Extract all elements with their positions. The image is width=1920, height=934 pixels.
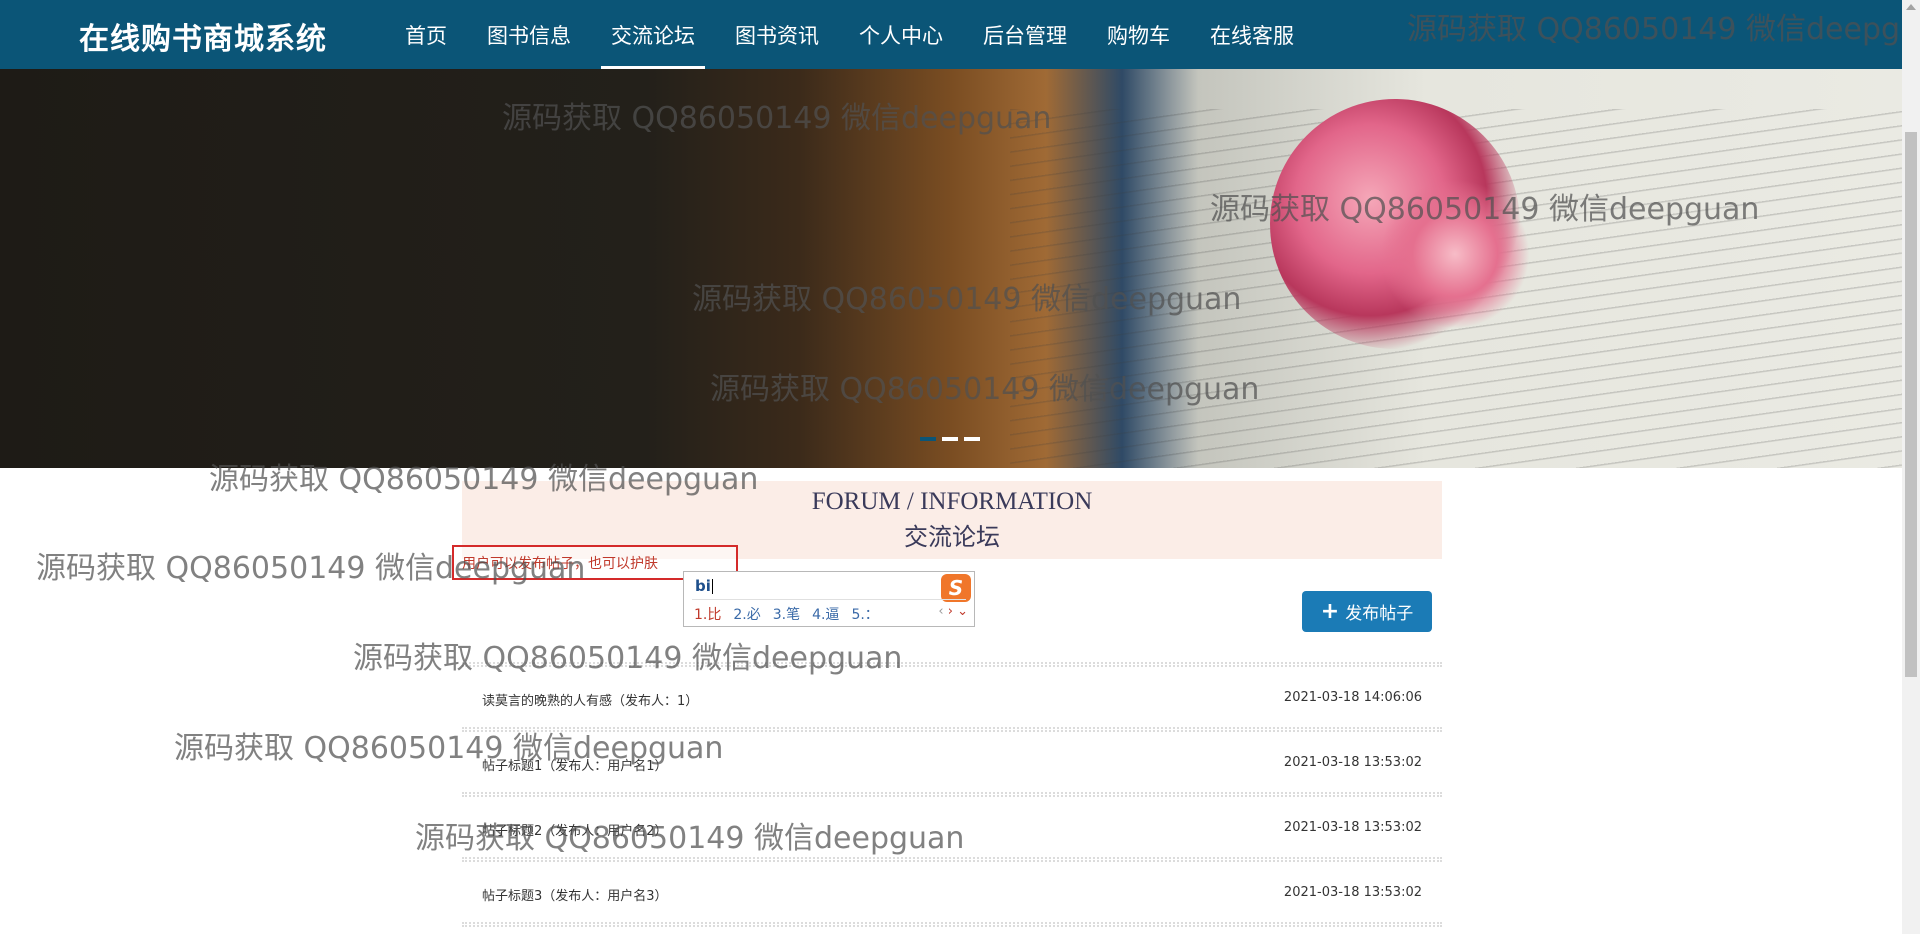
text-cursor	[711, 579, 713, 594]
ime-candidate-4[interactable]: 4.逼	[812, 604, 839, 624]
scroll-up-arrow-icon[interactable]	[1906, 4, 1916, 10]
ime-composition-text: bi	[695, 577, 713, 595]
post-title[interactable]: 帖子标题2（发布人：用户名2）	[482, 820, 668, 839]
carousel-dot-1[interactable]	[920, 437, 936, 441]
nav-item-personal-center[interactable]: 个人中心	[839, 0, 963, 69]
list-divider	[462, 922, 1442, 927]
chevron-left-icon[interactable]: ‹	[938, 604, 943, 619]
post-title[interactable]: 帖子标题1（发布人：用户名1）	[482, 755, 668, 774]
nav-item-admin[interactable]: 后台管理	[963, 0, 1087, 69]
publish-post-button[interactable]: + 发布帖子	[1302, 591, 1432, 632]
top-navbar: 在线购书商城系统 首页 图书信息 交流论坛 图书资讯 个人中心 后台管理 购物车…	[0, 0, 1902, 69]
nav-item-cart[interactable]: 购物车	[1087, 0, 1190, 69]
section-title-en: FORUM / INFORMATION	[811, 488, 1093, 515]
sogou-ime-logo-icon[interactable]: S	[941, 574, 971, 602]
list-item[interactable]: 读莫言的晚熟的人有感（发布人：1） 2021-03-18 14:06:06	[462, 667, 1442, 727]
main-nav: 首页 图书信息 交流论坛 图书资讯 个人中心 后台管理 购物车 在线客服	[385, 0, 1314, 69]
scroll-thumb[interactable]	[1905, 132, 1917, 677]
forum-post-list: 读莫言的晚熟的人有感（发布人：1） 2021-03-18 14:06:06 帖子…	[462, 662, 1442, 927]
ime-divider	[692, 599, 966, 600]
ime-candidate-2[interactable]: 2.必	[733, 604, 760, 624]
carousel-dot-3[interactable]	[964, 437, 980, 441]
nav-item-home[interactable]: 首页	[385, 0, 467, 69]
ime-page-controls: ‹ › ⌄	[938, 604, 968, 619]
list-item[interactable]: 帖子标题2（发布人：用户名2） 2021-03-18 13:53:02	[462, 797, 1442, 857]
chevron-right-icon[interactable]: ›	[948, 604, 953, 619]
post-date: 2021-03-18 13:53:02	[1283, 885, 1422, 900]
ime-candidate-window: bi S 1.比 2.必 3.笔 4.逼 5.： ‹ › ⌄	[683, 571, 975, 627]
plus-icon: +	[1320, 598, 1340, 624]
banner-carousel[interactable]	[0, 69, 1902, 468]
nav-item-book-info[interactable]: 图书信息	[467, 0, 591, 69]
post-date: 2021-03-18 14:06:06	[1283, 690, 1422, 705]
nav-item-forum[interactable]: 交流论坛	[591, 0, 715, 69]
page-scrollbar[interactable]	[1902, 0, 1920, 934]
chevron-down-icon[interactable]: ⌄	[957, 604, 968, 619]
banner-flowers-image-2	[1380, 179, 1530, 329]
publish-post-label: 发布帖子	[1345, 604, 1414, 624]
page: 在线购书商城系统 首页 图书信息 交流论坛 图书资讯 个人中心 后台管理 购物车…	[0, 0, 1920, 934]
post-date: 2021-03-18 13:53:02	[1283, 755, 1422, 770]
carousel-indicators	[920, 437, 980, 441]
annotation-note-text: 用户可以发布帖子，也可以护肤	[462, 556, 658, 572]
ime-candidate-list: 1.比 2.必 3.笔 4.逼 5.：	[694, 604, 879, 624]
site-brand[interactable]: 在线购书商城系统	[79, 14, 327, 58]
ime-candidate-3[interactable]: 3.笔	[773, 604, 800, 624]
post-title[interactable]: 帖子标题3（发布人：用户名3）	[482, 885, 668, 904]
post-title[interactable]: 读莫言的晚熟的人有感（发布人：1）	[482, 690, 698, 709]
ime-candidate-5[interactable]: 5.：	[851, 604, 878, 624]
ime-candidate-1[interactable]: 1.比	[694, 604, 721, 624]
nav-item-book-news[interactable]: 图书资讯	[715, 0, 839, 69]
list-item[interactable]: 帖子标题1（发布人：用户名1） 2021-03-18 13:53:02	[462, 732, 1442, 792]
list-item[interactable]: 帖子标题3（发布人：用户名3） 2021-03-18 13:53:02	[462, 862, 1442, 922]
nav-item-support[interactable]: 在线客服	[1190, 0, 1314, 69]
carousel-dot-2[interactable]	[942, 437, 958, 441]
post-date: 2021-03-18 13:53:02	[1283, 820, 1422, 835]
